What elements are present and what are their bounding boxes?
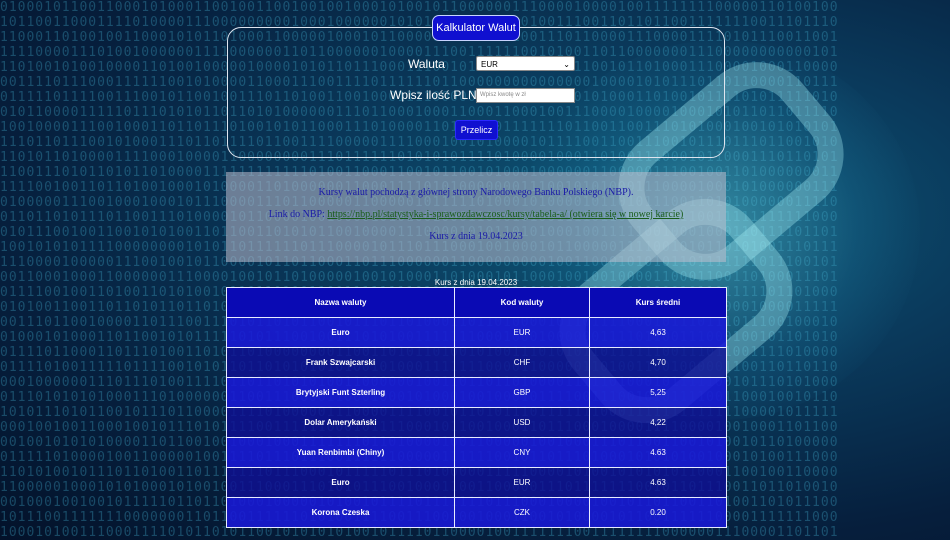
table-row: Euro EUR 4,63	[226, 317, 727, 348]
column-header-code: Kod waluty	[454, 287, 590, 318]
currency-rate: 4,70	[589, 347, 727, 378]
chevron-down-icon: ⌄	[563, 60, 570, 69]
currency-name: Frank Szwajcarski	[226, 347, 455, 378]
link-prefix: Link do NBP:	[268, 209, 328, 220]
table-row: Brytyjski Funt Szterling GBP 5,25	[226, 377, 727, 408]
currency-code: CNY	[454, 437, 590, 468]
column-header-name: Nazwa waluty	[226, 287, 455, 318]
currency-code: EUR	[454, 467, 590, 498]
amount-input[interactable]: Wpisz kwotę w zł	[476, 88, 575, 103]
currency-rate: 4,63	[589, 317, 727, 348]
currency-rate: 0.20	[589, 497, 727, 528]
currency-name: Euro	[226, 317, 455, 348]
currency-rate: 4,22	[589, 407, 727, 438]
column-header-rate: Kurs średni	[589, 287, 727, 318]
info-panel: Kursy walut pochodzą z głównej strony Na…	[226, 172, 726, 262]
currency-label: Waluta	[408, 57, 445, 71]
currency-name: Korona Czeska	[226, 497, 455, 528]
currency-select[interactable]: EUR ⌄	[476, 56, 575, 71]
table-row: Frank Szwajcarski CHF 4,70	[226, 347, 727, 378]
currency-select-value: EUR	[481, 60, 498, 69]
amount-label: Wpisz ilość PLN	[390, 88, 477, 102]
table-header-row: Nazwa waluty Kod waluty Kurs średni	[226, 287, 727, 318]
currency-code: GBP	[454, 377, 590, 408]
table-row: Yuan Renbimbi (Chiny) CNY 4.63	[226, 437, 727, 468]
rates-table: Nazwa waluty Kod waluty Kurs średni Euro…	[226, 287, 727, 528]
currency-name: Euro	[226, 467, 455, 498]
calculator-title: Kalkulator Walut	[432, 15, 520, 41]
table-row: Dolar Amerykański USD 4,22	[226, 407, 727, 438]
rate-date: Kurs z dnia 19.04.2023	[429, 231, 523, 242]
nbp-link-line: Link do NBP: https://nbp.pl/statystyka-i…	[226, 209, 726, 220]
currency-rate: 5,25	[589, 377, 727, 408]
currency-rate: 4.63	[589, 437, 727, 468]
currency-code: CZK	[454, 497, 590, 528]
currency-code: USD	[454, 407, 590, 438]
source-text: Kursy walut pochodzą z głównej strony Na…	[318, 187, 634, 198]
currency-code: CHF	[454, 347, 590, 378]
currency-name: Dolar Amerykański	[226, 407, 455, 438]
table-caption: Kurs z dnia 19.04.2023	[434, 278, 518, 287]
currency-name: Yuan Renbimbi (Chiny)	[226, 437, 455, 468]
currency-name: Brytyjski Funt Szterling	[226, 377, 455, 408]
nbp-link[interactable]: https://nbp.pl/statystyka-i-sprawozdawcz…	[327, 209, 683, 220]
table-row: Euro EUR 4.63	[226, 467, 727, 498]
convert-button[interactable]: Przelicz	[455, 120, 498, 140]
table-row: Korona Czeska CZK 0.20	[226, 497, 727, 528]
currency-rate: 4.63	[589, 467, 727, 498]
currency-code: EUR	[454, 317, 590, 348]
